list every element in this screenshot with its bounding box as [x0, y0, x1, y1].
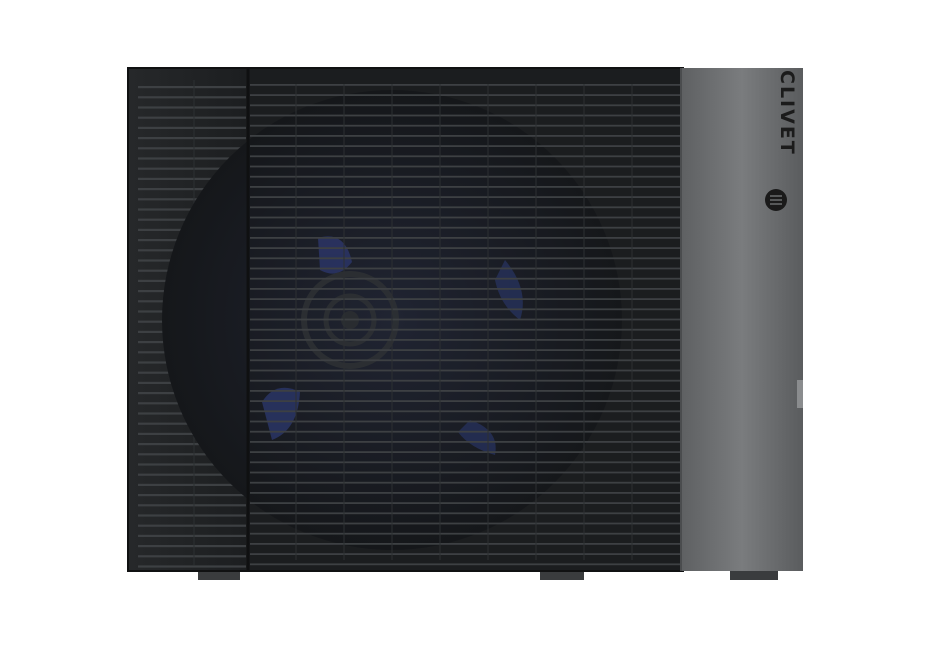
left-grille-slat [138, 147, 246, 150]
front-grille-slat [250, 481, 680, 484]
front-grille-slat [250, 186, 680, 188]
left-grille-slat [138, 534, 246, 537]
front-grille-slat [250, 226, 680, 229]
front-grille-slat [250, 318, 680, 321]
front-grille-slat [250, 155, 680, 158]
left-grille-slat [138, 96, 246, 99]
heat-pump-image: CLIVET [0, 0, 930, 650]
left-grille-slat [138, 126, 246, 129]
front-grille-slat [250, 502, 680, 504]
front-grille-slat [250, 94, 680, 96]
front-grille-slat [250, 308, 680, 311]
front-grille-slat [250, 400, 680, 402]
front-grille-slat [250, 267, 680, 270]
front-grille-slat [250, 328, 680, 331]
front-grille-slat [250, 145, 680, 147]
front-grille-slat [250, 563, 680, 566]
left-grille-slat [138, 504, 246, 507]
brand-logo-text: CLIVET [776, 70, 798, 156]
front-grille-slat [250, 410, 680, 413]
front-grille-slat [250, 298, 680, 300]
front-grille-slat [250, 512, 680, 515]
front-grille-slat [250, 441, 680, 443]
front-grille-slat [250, 339, 680, 341]
front-grille-slat [250, 135, 680, 137]
left-grille-slat [138, 86, 246, 89]
front-grille-slat [250, 390, 680, 392]
front-grille-slat [250, 257, 680, 260]
left-grille-slat [138, 545, 246, 548]
front-grille-slat [250, 288, 680, 290]
front-grille-slat [250, 553, 680, 555]
front-grille-slat [250, 430, 680, 433]
left-grille-slat [138, 494, 246, 497]
front-grille-slat [250, 349, 680, 351]
front-grille-slat [250, 543, 680, 545]
front-grille-slat [250, 216, 680, 219]
left-grille-slat [138, 137, 246, 140]
front-grille-slat [250, 451, 680, 453]
left-grille-slat [138, 555, 246, 558]
left-grille-slat [138, 483, 246, 486]
clivet-logo-icon [765, 189, 787, 211]
front-grille-slat [250, 114, 680, 117]
front-grille-slat [250, 471, 680, 474]
front-grille-slat [250, 237, 680, 239]
front-grille-slat [250, 104, 680, 107]
front-grille-slat [250, 277, 680, 280]
left-grille-slat [138, 524, 246, 527]
front-grille-slat [250, 522, 680, 525]
left-grille-slat [138, 514, 246, 517]
front-grille-slat [250, 175, 680, 178]
left-grille-slat [138, 565, 246, 568]
front-grille-slat [250, 247, 680, 249]
front-grille-slat [250, 84, 680, 86]
front-grille-slat [250, 359, 680, 362]
front-grille-slat [250, 532, 680, 535]
left-grille-slat [138, 116, 246, 119]
front-grille-slat [250, 420, 680, 423]
left-grille-slat [138, 106, 246, 109]
front-grille-slat [250, 492, 680, 494]
front-grille-slat [250, 379, 680, 382]
front-grille-slat [250, 369, 680, 372]
front-grille-slat [250, 196, 680, 198]
front-grille-slat [250, 206, 680, 209]
front-grille-slat [250, 461, 680, 464]
front-grille-slat [250, 165, 680, 168]
front-grille-slat [250, 124, 680, 127]
